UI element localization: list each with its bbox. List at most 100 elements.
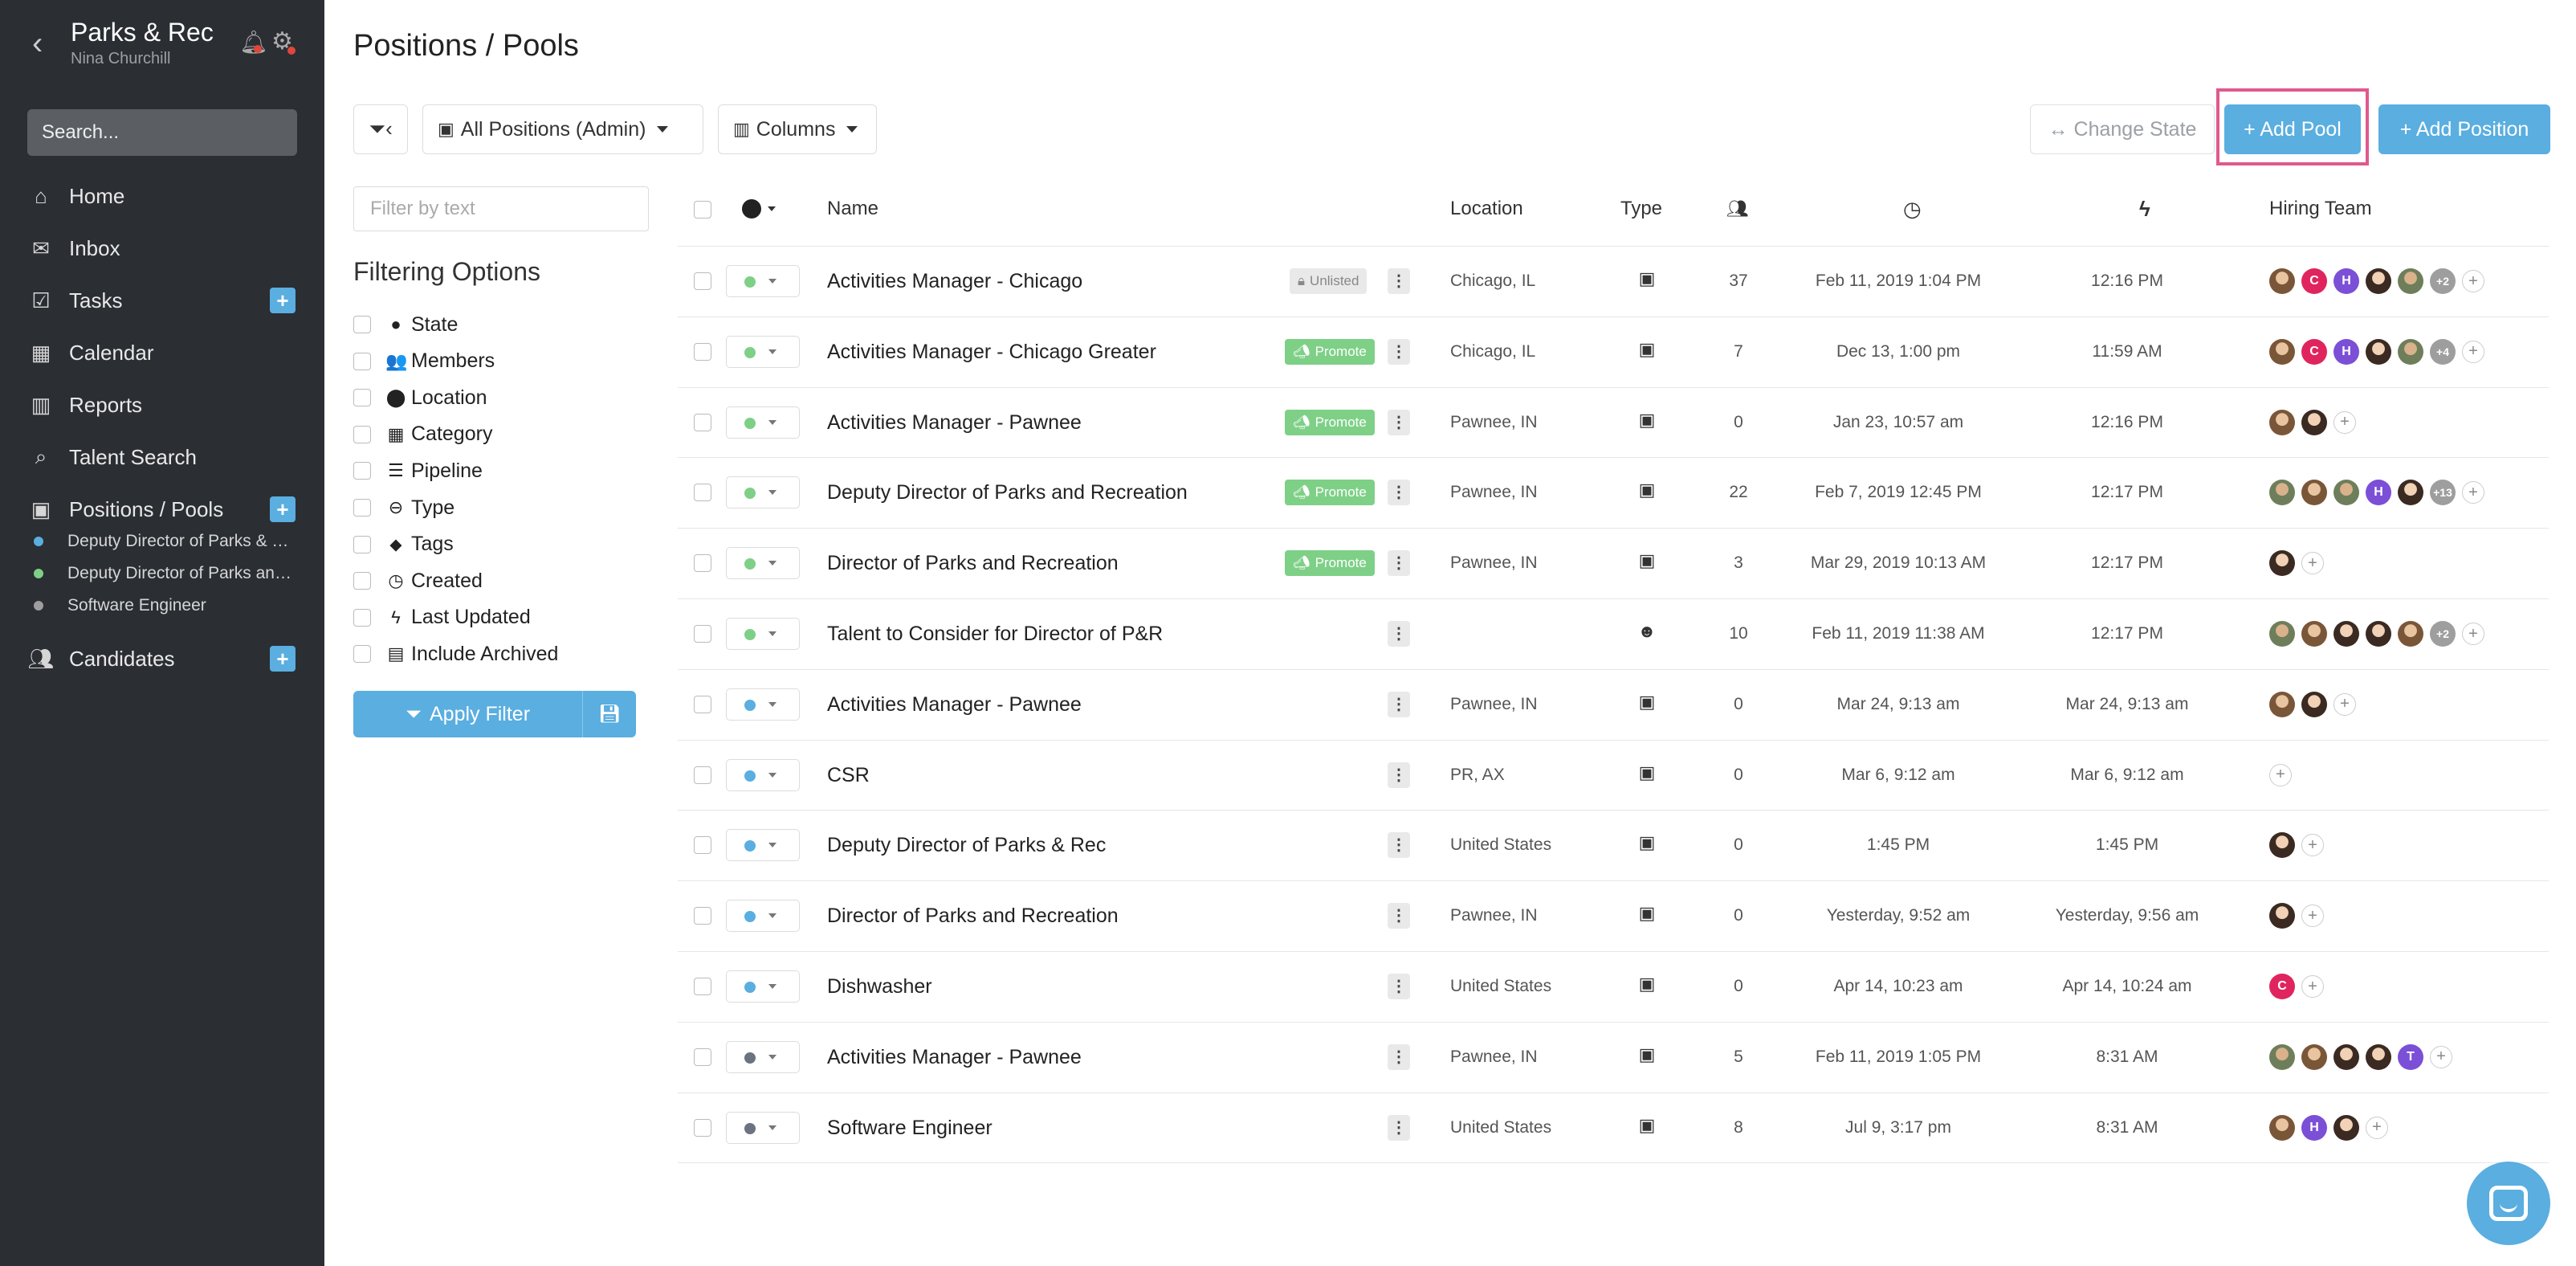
avatar[interactable] (2269, 338, 2295, 365)
avatar[interactable] (2333, 480, 2359, 506)
bell-icon[interactable]: 🔔︎ (239, 29, 268, 55)
avatar[interactable] (2398, 338, 2423, 365)
add-task-button[interactable]: + (270, 288, 296, 313)
state-dropdown[interactable] (726, 335, 800, 368)
row-checkbox[interactable] (694, 978, 711, 995)
filter-toggle-button[interactable]: ⏷‹ (353, 104, 408, 154)
filter-checkbox[interactable] (353, 462, 371, 480)
position-name[interactable]: Director of Parks and Recreation (827, 552, 1119, 575)
chevron-left-icon[interactable]: ‹ (32, 27, 43, 59)
table-row[interactable]: Activities Manager - Chicago Greater 📣︎ Pr… (678, 316, 2549, 387)
state-dropdown[interactable] (726, 1040, 800, 1073)
add-member-button[interactable]: + (2462, 340, 2484, 363)
add-member-button[interactable]: + (2430, 1045, 2452, 1068)
more-members-count[interactable]: +2 (2430, 268, 2456, 294)
change-state-button[interactable]: ↔ Change State (2030, 104, 2215, 154)
position-name[interactable]: Deputy Director of Parks and Recreation (827, 481, 1188, 504)
avatar[interactable] (2301, 480, 2327, 506)
column-header-name[interactable]: Name (827, 194, 878, 223)
state-dropdown[interactable] (726, 618, 800, 650)
avatar[interactable] (2366, 338, 2391, 365)
state-dropdown[interactable] (726, 547, 800, 580)
add-member-button[interactable]: + (2333, 410, 2356, 434)
position-name[interactable]: Activities Manager - Chicago Greater (827, 341, 1156, 364)
filter-option-location[interactable]: ⬤ Location (353, 382, 487, 414)
row-checkbox[interactable] (694, 766, 711, 784)
filter-checkbox[interactable] (353, 645, 371, 664)
avatar[interactable] (2333, 621, 2359, 647)
avatar-initial[interactable]: H (2301, 1114, 2327, 1141)
row-checkbox[interactable] (694, 272, 711, 290)
save-filter-button[interactable]: 💾︎ (583, 691, 636, 737)
avatar[interactable] (2269, 409, 2295, 435)
more-options-button[interactable]: ⋮ (1388, 1114, 1410, 1141)
more-options-button[interactable]: ⋮ (1388, 903, 1410, 929)
row-checkbox[interactable] (694, 554, 711, 573)
filter-checkbox[interactable] (353, 316, 371, 333)
table-row[interactable]: Activities Manager - Chicago 🔒︎ Unlisted ⋮ C… (678, 246, 2549, 316)
avatar-initial[interactable]: C (2301, 338, 2327, 365)
more-options-button[interactable]: ⋮ (1388, 1043, 1410, 1070)
avatar-initial[interactable]: C (2269, 974, 2295, 999)
row-checkbox[interactable] (694, 907, 711, 925)
row-checkbox[interactable] (694, 695, 711, 713)
more-options-button[interactable]: ⋮ (1388, 480, 1410, 506)
filter-option-state[interactable]: ● State (353, 308, 458, 341)
row-checkbox[interactable] (694, 1048, 711, 1066)
filter-option-members[interactable]: 👥 Members (353, 345, 495, 378)
apply-filter-button[interactable]: ⏷ Apply Filter (353, 691, 583, 737)
avatar-initial[interactable]: C (2301, 268, 2327, 294)
clock-icon[interactable]: ◷ (1903, 194, 1922, 223)
filter-checkbox[interactable] (353, 425, 371, 443)
filter-option-pipeline[interactable]: ☰ Pipeline (353, 455, 483, 487)
position-name[interactable]: Activities Manager - Pawnee (827, 693, 1082, 717)
state-column-header[interactable] (742, 199, 776, 218)
position-name[interactable]: Activities Manager - Pawnee (827, 1046, 1082, 1069)
avatar-initial[interactable]: T (2398, 1043, 2423, 1070)
state-dropdown[interactable] (726, 406, 800, 439)
column-header-type[interactable]: Type (1620, 194, 1662, 223)
filter-checkbox[interactable] (353, 352, 371, 370)
more-options-button[interactable]: ⋮ (1388, 621, 1410, 647)
add-member-button[interactable]: + (2462, 481, 2484, 504)
avatar[interactable] (2269, 550, 2295, 577)
state-dropdown[interactable] (726, 476, 800, 509)
sidebar-item-calendar[interactable]: ▦ Calendar (0, 330, 324, 375)
table-row[interactable]: Deputy Director of Parks & Rec ⋮ United St… (678, 810, 2549, 880)
avatar[interactable] (2301, 621, 2327, 647)
sidebar-item-reports[interactable]: ▥ Reports (0, 382, 324, 427)
position-name[interactable]: Deputy Director of Parks & Rec (827, 834, 1106, 857)
state-dropdown[interactable] (726, 970, 800, 1003)
avatar[interactable] (2333, 1114, 2359, 1141)
promote-button[interactable]: 📣︎ Promote (1285, 338, 1375, 365)
chat-launcher-button[interactable] (2467, 1162, 2550, 1245)
avatar[interactable] (2301, 1043, 2327, 1070)
add-member-button[interactable]: + (2301, 552, 2324, 575)
row-checkbox[interactable] (694, 413, 711, 431)
filter-option-last-updated[interactable]: ϟ Last Updated (353, 602, 531, 634)
more-members-count[interactable]: +2 (2430, 621, 2456, 647)
position-name[interactable]: Director of Parks and Recreation (827, 905, 1119, 928)
table-row[interactable]: CSR ⋮ PR, AX ▣ 0 Mar 6, 9:12 am Mar 6, 9:12 am… (678, 740, 2549, 811)
filter-checkbox[interactable] (353, 572, 371, 590)
search-input[interactable]: Search... (27, 109, 297, 156)
state-dropdown[interactable] (726, 688, 800, 721)
filter-text-input[interactable]: Filter by text (353, 186, 649, 231)
row-checkbox[interactable] (694, 1118, 711, 1137)
table-row[interactable]: Activities Manager - Pawnee 📣︎ Promote ⋮ Paw… (678, 387, 2549, 458)
row-checkbox[interactable] (694, 484, 711, 502)
filter-option-type[interactable]: ⊖ Type (353, 492, 454, 524)
add-member-button[interactable]: + (2301, 834, 2324, 857)
columns-button[interactable]: ▥ Columns (718, 104, 877, 154)
sidebar-item-talent-search[interactable]: ⌕ Talent Search (0, 435, 324, 480)
position-name[interactable]: Talent to Consider for Director of P&R (827, 623, 1163, 646)
avatar[interactable] (2269, 268, 2295, 294)
filter-checkbox[interactable] (353, 535, 371, 553)
sidebar-item-inbox[interactable]: ✉ Inbox (0, 226, 324, 271)
position-name[interactable]: Activities Manager - Pawnee (827, 411, 1082, 435)
more-options-button[interactable]: ⋮ (1388, 974, 1410, 999)
promote-button[interactable]: 📣︎ Promote (1285, 550, 1375, 577)
add-member-button[interactable]: + (2462, 270, 2484, 292)
avatar[interactable] (2398, 621, 2423, 647)
avatar[interactable] (2301, 409, 2327, 435)
